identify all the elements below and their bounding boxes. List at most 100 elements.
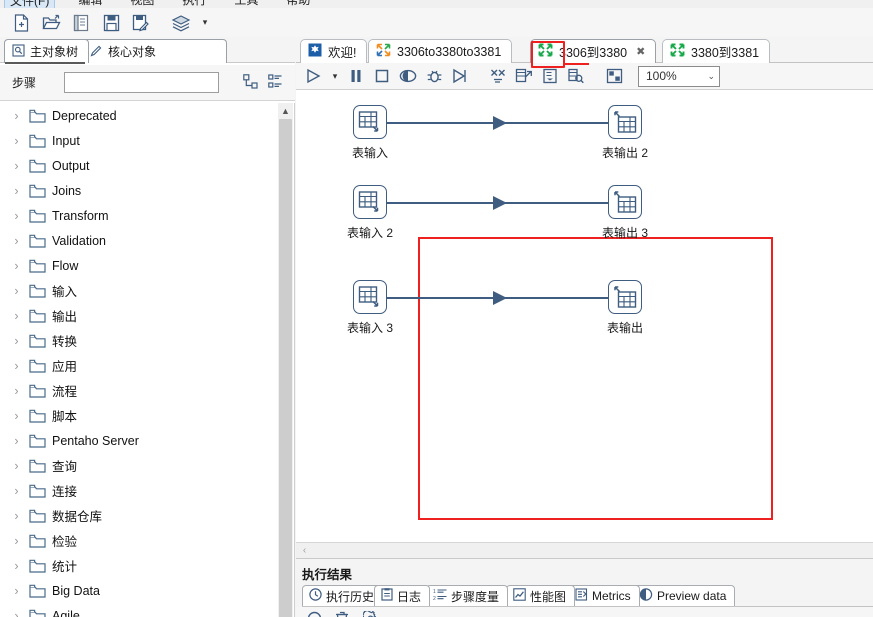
tree-item[interactable]: ›统计 [0,553,276,578]
chevron-right-icon[interactable]: › [10,509,23,523]
canvas-step-in1[interactable]: 表输入 [338,105,402,161]
results-tab-3[interactable]: 性能图 [506,585,575,606]
transformation-tab-0[interactable]: 欢迎! [300,39,367,63]
tree-item[interactable]: ›转换 [0,328,276,353]
tree-item[interactable]: ›Output [0,153,276,178]
tree-item[interactable]: ›Joins [0,178,276,203]
canvas-step-in3[interactable]: 表输入 3 [338,280,402,336]
chevron-right-icon[interactable]: › [10,209,23,223]
close-icon[interactable]: ✖ [636,45,645,58]
debug-icon[interactable] [422,65,446,88]
chevron-right-icon[interactable]: › [10,109,23,123]
chevron-right-icon[interactable]: › [10,584,23,598]
tree-item[interactable]: ›Agile [0,603,276,617]
table-output-icon[interactable] [608,105,642,139]
table-output-icon[interactable] [608,280,642,314]
scroll-up-arrow[interactable]: ▲ [278,103,293,118]
tree-item[interactable]: ›脚本 [0,403,276,428]
collapse-tree-icon[interactable] [268,74,283,92]
chevron-right-icon[interactable]: › [10,234,23,248]
canvas-step-out2[interactable]: 表输出 3 [593,185,657,241]
chevron-right-icon[interactable]: › [10,259,23,273]
run-icon[interactable] [302,65,326,88]
tree-item[interactable]: ›输入 [0,278,276,303]
tab-core-objects[interactable]: 核心对象 [82,39,227,63]
results-tab-0[interactable]: 执行历史 [302,585,383,606]
preview-icon[interactable] [396,65,420,88]
canvas-step-in2[interactable]: 表输入 2 [338,185,402,241]
run-options-caret[interactable]: ▾ [328,65,342,88]
table-input-icon[interactable] [353,105,387,139]
table-output-icon[interactable] [608,185,642,219]
new-file-icon[interactable] [8,11,34,35]
layers-dropdown-caret[interactable]: ▾ [198,11,212,35]
log-settings-icon[interactable] [360,609,380,617]
zoom-level-select[interactable]: 100% ⌄ [638,66,720,87]
menu-item-5[interactable]: 帮助 [281,0,315,8]
tree-item[interactable]: ›Validation [0,228,276,253]
impact-icon[interactable] [512,65,536,88]
chevron-right-icon[interactable]: › [10,534,23,548]
transformation-tab-1[interactable]: 3306to3380to3381 [368,39,512,63]
tree-vertical-scrollbar[interactable]: ▲ [278,103,293,617]
tree-item[interactable]: ›应用 [0,353,276,378]
chevron-right-icon[interactable]: › [10,334,23,348]
chevron-right-icon[interactable]: › [10,434,23,448]
chevron-right-icon[interactable]: › [10,609,23,617]
trash-icon[interactable] [332,609,352,617]
expand-tree-icon[interactable] [243,74,258,92]
transformation-tab-3[interactable]: 3380到3381 [662,39,770,63]
chevron-right-icon[interactable]: › [10,409,23,423]
canvas-step-out3[interactable]: 表输出 [593,280,657,336]
transformation-tab-2[interactable]: 3306到3380✖ [530,39,656,63]
results-tab-4[interactable]: Metrics [568,585,640,606]
tree-item[interactable]: ›流程 [0,378,276,403]
tree-item[interactable]: ›Big Data [0,578,276,603]
scroll-thumb[interactable] [279,119,292,617]
chevron-right-icon[interactable]: › [10,384,23,398]
menu-item-3[interactable]: 执行 [177,0,211,8]
chevron-right-icon[interactable]: › [10,134,23,148]
chevron-right-icon[interactable]: › [10,359,23,373]
open-folder-icon[interactable] [38,11,64,35]
sql-icon[interactable] [538,65,562,88]
scroll-left-arrow[interactable]: ‹ [296,545,313,556]
show-grid-icon[interactable] [602,65,626,88]
tree-item[interactable]: ›连接 [0,478,276,503]
tree-item[interactable]: ›Transform [0,203,276,228]
menu-item-4[interactable]: 工具 [229,0,263,8]
chevron-right-icon[interactable]: › [10,159,23,173]
menu-item-0[interactable]: 文件(F) [4,0,55,8]
replay-icon[interactable] [448,65,472,88]
layers-icon[interactable] [168,11,194,35]
canvas-step-out1[interactable]: 表输出 2 [593,105,657,161]
tree-item[interactable]: ›Input [0,128,276,153]
menu-item-1[interactable]: 编辑 [73,0,107,8]
inspect-icon[interactable] [564,65,588,88]
save-icon[interactable] [98,11,124,35]
tab-main-object-tree[interactable]: 主对象树 [4,39,89,63]
tree-item[interactable]: ›输出 [0,303,276,328]
tree-item[interactable]: ›Pentaho Server [0,428,276,453]
canvas-horizontal-scrollbar[interactable]: ‹ [296,542,873,559]
chevron-right-icon[interactable]: › [10,559,23,573]
clear-log-icon[interactable] [304,609,324,617]
verify-icon[interactable] [486,65,510,88]
results-tab-2[interactable]: 12步骤度量 [426,585,508,606]
tree-item[interactable]: ›数据仓库 [0,503,276,528]
chevron-right-icon[interactable]: › [10,184,23,198]
tree-item[interactable]: ›查询 [0,453,276,478]
table-input-icon[interactable] [353,185,387,219]
stop-icon[interactable] [370,65,394,88]
chevron-right-icon[interactable]: › [10,284,23,298]
menu-item-2[interactable]: 视图 [125,0,159,8]
transformation-canvas[interactable]: 表输入 表输出 2 表输入 2 表输出 3 表输入 3 表输出 [296,90,873,542]
tree-item[interactable]: ›Flow [0,253,276,278]
explorer-icon[interactable] [68,11,94,35]
table-input-icon[interactable] [353,280,387,314]
tree-item[interactable]: ›Deprecated [0,103,276,128]
results-tab-1[interactable]: 日志 [374,585,430,606]
chevron-right-icon[interactable]: › [10,484,23,498]
results-tab-5[interactable]: Preview data [632,585,735,606]
tree-item[interactable]: ›检验 [0,528,276,553]
